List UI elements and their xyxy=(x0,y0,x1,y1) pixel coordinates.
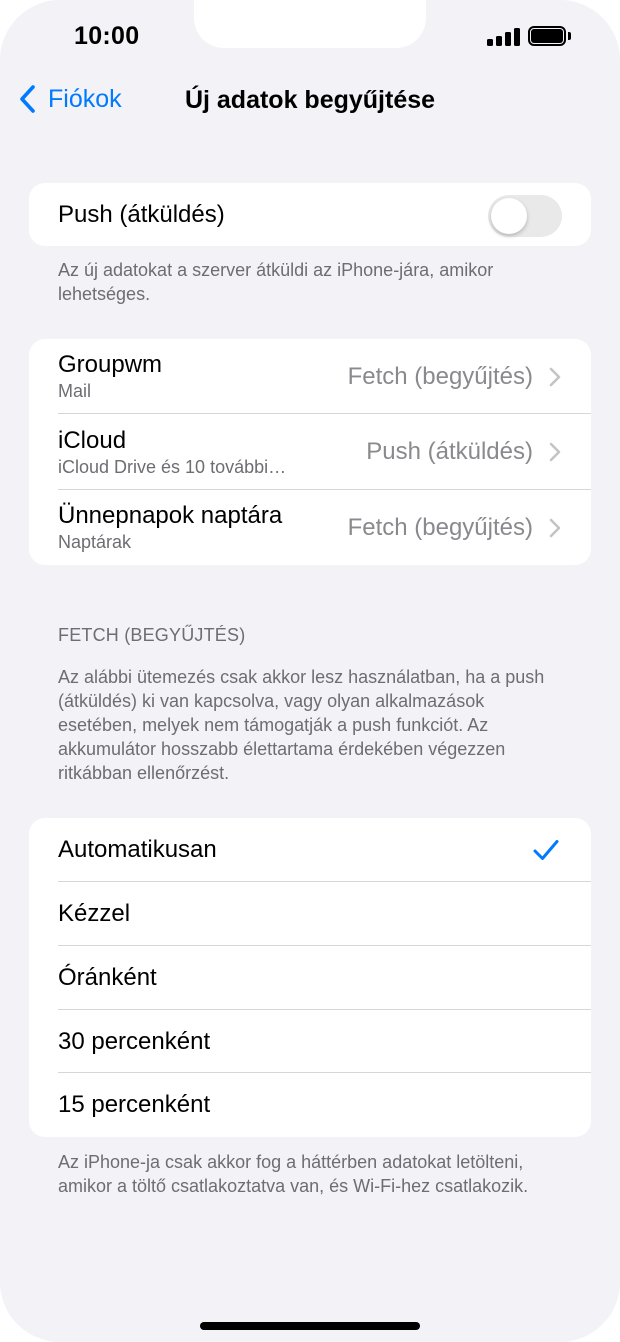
account-value: Fetch (begyűjtés) xyxy=(347,513,533,541)
account-row-holidays[interactable]: Ünnepnapok naptára Naptárak Fetch (begyű… xyxy=(29,490,591,565)
fetch-option-hourly[interactable]: Óránként xyxy=(29,946,591,1010)
option-label: Kézzel xyxy=(58,900,131,927)
account-row-groupwm[interactable]: Groupwm Mail Fetch (begyűjtés) xyxy=(29,339,591,414)
chevron-right-icon xyxy=(549,367,561,386)
option-label: Óránként xyxy=(58,964,157,991)
push-footer: Az új adatokat a szerver átküldi az iPho… xyxy=(58,260,494,304)
chevron-right-icon xyxy=(549,442,561,462)
fetch-options-group: Automatikusan Kézzel Óránként 30 percenk… xyxy=(29,818,591,1137)
push-toggle[interactable] xyxy=(488,195,562,237)
option-label: Automatikusan xyxy=(58,836,217,863)
account-value: Push (átküldés) xyxy=(366,438,533,465)
fetch-option-manual[interactable]: Kézzel xyxy=(29,882,591,946)
fetch-option-15min[interactable]: 15 percenként xyxy=(29,1073,591,1137)
fetch-option-30min[interactable]: 30 percenként xyxy=(29,1010,591,1073)
phone-screen: 10:00 Fiókok Új adatok begyűjtése Push (… xyxy=(0,0,620,1342)
chevron-right-icon xyxy=(549,518,561,537)
checkmark-icon xyxy=(533,840,559,860)
page-title: Új adatok begyűjtése xyxy=(184,86,436,114)
push-row: Push (átküldés) xyxy=(29,183,591,246)
signal-icon xyxy=(487,28,521,46)
account-sub: Mail xyxy=(58,381,92,401)
accounts-group: Groupwm Mail Fetch (begyűjtés) iCloud iC… xyxy=(29,339,591,565)
option-label: 30 percenként xyxy=(58,1027,211,1055)
status-time: 10:00 xyxy=(74,22,140,50)
push-group: Push (átküldés) xyxy=(29,183,591,246)
toggle-knob xyxy=(491,198,527,234)
account-name: Groupwm xyxy=(58,351,163,378)
option-label: 15 percenként xyxy=(58,1091,211,1118)
push-label: Push (átküldés) xyxy=(58,200,225,228)
home-indicator[interactable] xyxy=(200,1322,420,1330)
account-row-icloud[interactable]: iCloud iCloud Drive és 10 további… Push … xyxy=(29,414,591,490)
battery-icon xyxy=(528,26,572,46)
account-sub: iCloud Drive és 10 további… xyxy=(58,456,287,477)
account-value: Fetch (begyűjtés) xyxy=(347,362,533,390)
account-name: iCloud xyxy=(58,426,127,454)
notch xyxy=(194,0,426,48)
fetch-footer: Az iPhone-ja csak akkor fog a háttérben … xyxy=(58,1152,529,1196)
fetch-header: FETCH (BEGYŰJTÉS) xyxy=(58,625,246,645)
account-name: Ünnepnapok naptára xyxy=(58,502,283,529)
account-sub: Naptárak xyxy=(58,532,132,552)
fetch-description: Az alábbi ütemezés csak akkor lesz haszn… xyxy=(58,667,545,783)
fetch-option-automatic[interactable]: Automatikusan xyxy=(29,818,591,882)
